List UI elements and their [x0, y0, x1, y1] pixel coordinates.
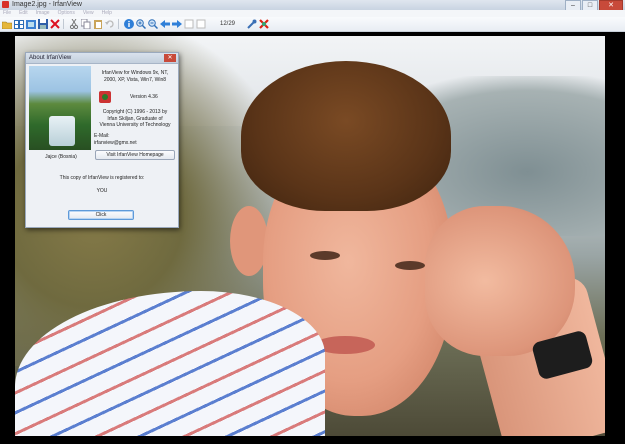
toolbar-separator [63, 19, 64, 29]
menu-bar: File Edit Image Options View Help [0, 10, 625, 17]
menu-image[interactable]: Image [36, 10, 50, 17]
prev-icon[interactable] [160, 19, 170, 29]
copyright-line-1: Copyright (C) 1996 - 2013 by [102, 109, 168, 115]
copyright-line-3: Vienna University of Technology [99, 122, 171, 128]
slideshow-icon[interactable] [26, 19, 36, 29]
menu-edit[interactable]: Edit [19, 10, 28, 17]
waterfall [49, 116, 75, 146]
hand [425, 206, 575, 356]
toolbar: 12/29 [0, 17, 625, 32]
save-icon[interactable] [38, 19, 48, 29]
product-line-2: 2000, XP, Vista, Win7, Win8 [103, 76, 167, 83]
undo-icon[interactable] [105, 19, 115, 29]
zoom-in-icon[interactable] [136, 19, 146, 29]
product-line-1: IrfanView for Windows 9x, NT, [101, 70, 169, 76]
version-label: Version 4.36 [130, 94, 158, 100]
delete-icon[interactable] [50, 19, 60, 29]
left-eye [310, 251, 340, 260]
exit-icon[interactable] [259, 19, 269, 29]
thumbnails-icon[interactable] [14, 19, 24, 29]
email-label: E-Mail: [94, 133, 110, 139]
menu-view[interactable]: View [83, 10, 94, 17]
last-icon[interactable] [196, 19, 206, 29]
open-icon[interactable] [2, 19, 12, 29]
hair [241, 61, 451, 211]
about-dialog-close-button[interactable]: ✕ [164, 54, 176, 62]
toolbar-separator [118, 19, 119, 29]
next-icon[interactable] [172, 19, 182, 29]
window-controls: – □ ✕ [564, 0, 623, 11]
irfanview-app-icon [2, 1, 9, 8]
menu-options[interactable]: Options [58, 10, 75, 17]
registered-to: YOU [96, 188, 108, 194]
email-link[interactable]: irfanview@gmx.net [94, 140, 137, 147]
visit-homepage-button[interactable]: Visit IrfanView Homepage [95, 150, 175, 160]
window-title: Image2.jpg - IrfanView [12, 1, 82, 8]
about-dialog: About IrfanView ✕ Jajce (Bosnia) IrfanVi… [25, 52, 179, 228]
copyright-info: Copyright (C) 1996 - 2013 by Irfan Skilj… [96, 109, 174, 129]
right-eye [395, 261, 425, 270]
irfanview-logo-icon [99, 91, 111, 103]
product-info: IrfanView for Windows 9x, NT, 2000, XP, … [96, 70, 174, 83]
menu-help[interactable]: Help [102, 10, 112, 17]
registered-text: This copy of IrfanView is registered to: [59, 175, 145, 181]
photo-caption: Jajce (Bosnia) [45, 154, 77, 160]
first-icon[interactable] [184, 19, 194, 29]
zoom-out-icon[interactable] [148, 19, 158, 29]
paste-icon[interactable] [93, 19, 103, 29]
cut-icon[interactable] [69, 19, 79, 29]
info-icon[interactable] [124, 19, 134, 29]
jajce-photo [29, 66, 91, 150]
settings-icon[interactable] [247, 19, 257, 29]
image-counter: 12/29 [220, 21, 236, 27]
about-dialog-title: About IrfanView [26, 53, 178, 64]
ok-button[interactable]: Click [68, 210, 134, 220]
copy-icon[interactable] [81, 19, 91, 29]
menu-file[interactable]: File [3, 10, 11, 17]
